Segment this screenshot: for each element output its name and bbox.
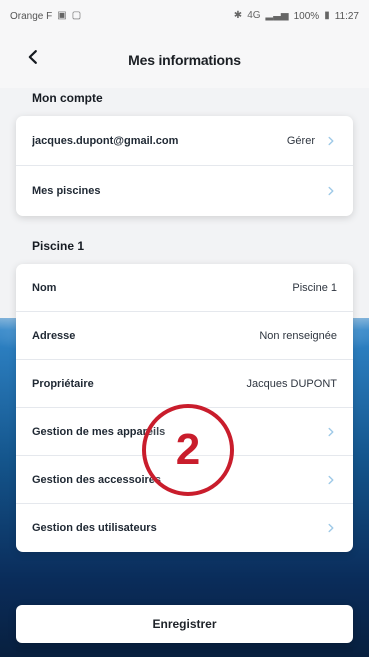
status-time: 11:27 [334,10,359,22]
chevron-right-icon [325,185,337,197]
my-pools-row[interactable]: Mes piscines [16,166,353,216]
pool-owner-value: Jacques DUPONT [246,377,337,390]
account-email: jacques.dupont@gmail.com [32,134,179,147]
signal-icon: ▂▃▅ [265,10,289,21]
status-bar: Orange F ▣ ▢ ✱ 4G ▂▃▅ 100% ▮ 11:27 [0,0,369,32]
chevron-right-icon [325,474,337,486]
chevron-right-icon [325,135,337,147]
pool-name-row[interactable]: Nom Piscine 1 [16,264,353,312]
phone-screen: Orange F ▣ ▢ ✱ 4G ▂▃▅ 100% ▮ 11:27 Mes i… [0,0,369,657]
carrier-label: Orange F [10,10,53,22]
pool-address-row[interactable]: Adresse Non renseignée [16,312,353,360]
chevron-right-icon [325,426,337,438]
pool-address-label: Adresse [32,329,76,342]
save-button[interactable]: Enregistrer [16,605,353,643]
battery-percent: 100% [293,10,320,22]
pool-owner-label: Propriétaire [32,377,94,390]
account-card: jacques.dupont@gmail.com Gérer Mes pisci… [16,116,353,216]
chevron-right-icon [325,522,337,534]
message-icon: ▣ [57,10,67,21]
my-pools-label: Mes piscines [32,185,101,197]
status-left: Orange F ▣ ▢ [10,11,81,22]
save-area: Enregistrer [16,599,353,657]
pool-address-value: Non renseignée [259,329,337,342]
network-label: 4G [247,10,261,21]
back-button[interactable] [20,44,46,70]
bluetooth-icon: ✱ [233,10,243,21]
account-section-title: Mon compte [32,91,103,105]
account-email-row[interactable]: jacques.dupont@gmail.com Gérer [16,116,353,166]
pool-name-label: Nom [32,281,57,294]
pool-name-value: Piscine 1 [292,281,337,294]
gallery-icon: ▢ [71,10,82,21]
status-right: ✱ 4G ▂▃▅ 100% ▮ 11:27 [234,11,359,22]
battery-icon: ▮ [324,10,330,21]
save-shadow [16,647,353,657]
manage-account-link[interactable]: Gérer [287,135,315,147]
account-section: Mon compte jacques.dupont@gmail.com Gére… [16,92,353,216]
manage-users-row[interactable]: Gestion des utilisateurs [16,504,353,552]
pool-owner-row[interactable]: Propriétaire Jacques DUPONT [16,360,353,408]
main-content: Mon compte jacques.dupont@gmail.com Gére… [0,92,369,657]
chevron-left-icon [28,50,37,64]
page-title: Mes informations [128,52,241,68]
pool-section-title: Piscine 1 [32,239,85,253]
pool-section: Piscine 1 Nom Piscine 1 Adresse Non rens… [16,240,353,552]
manage-users-label: Gestion des utilisateurs [32,522,157,534]
top-header: Mes informations [0,32,369,88]
step-number-badge: 2 [142,404,234,496]
